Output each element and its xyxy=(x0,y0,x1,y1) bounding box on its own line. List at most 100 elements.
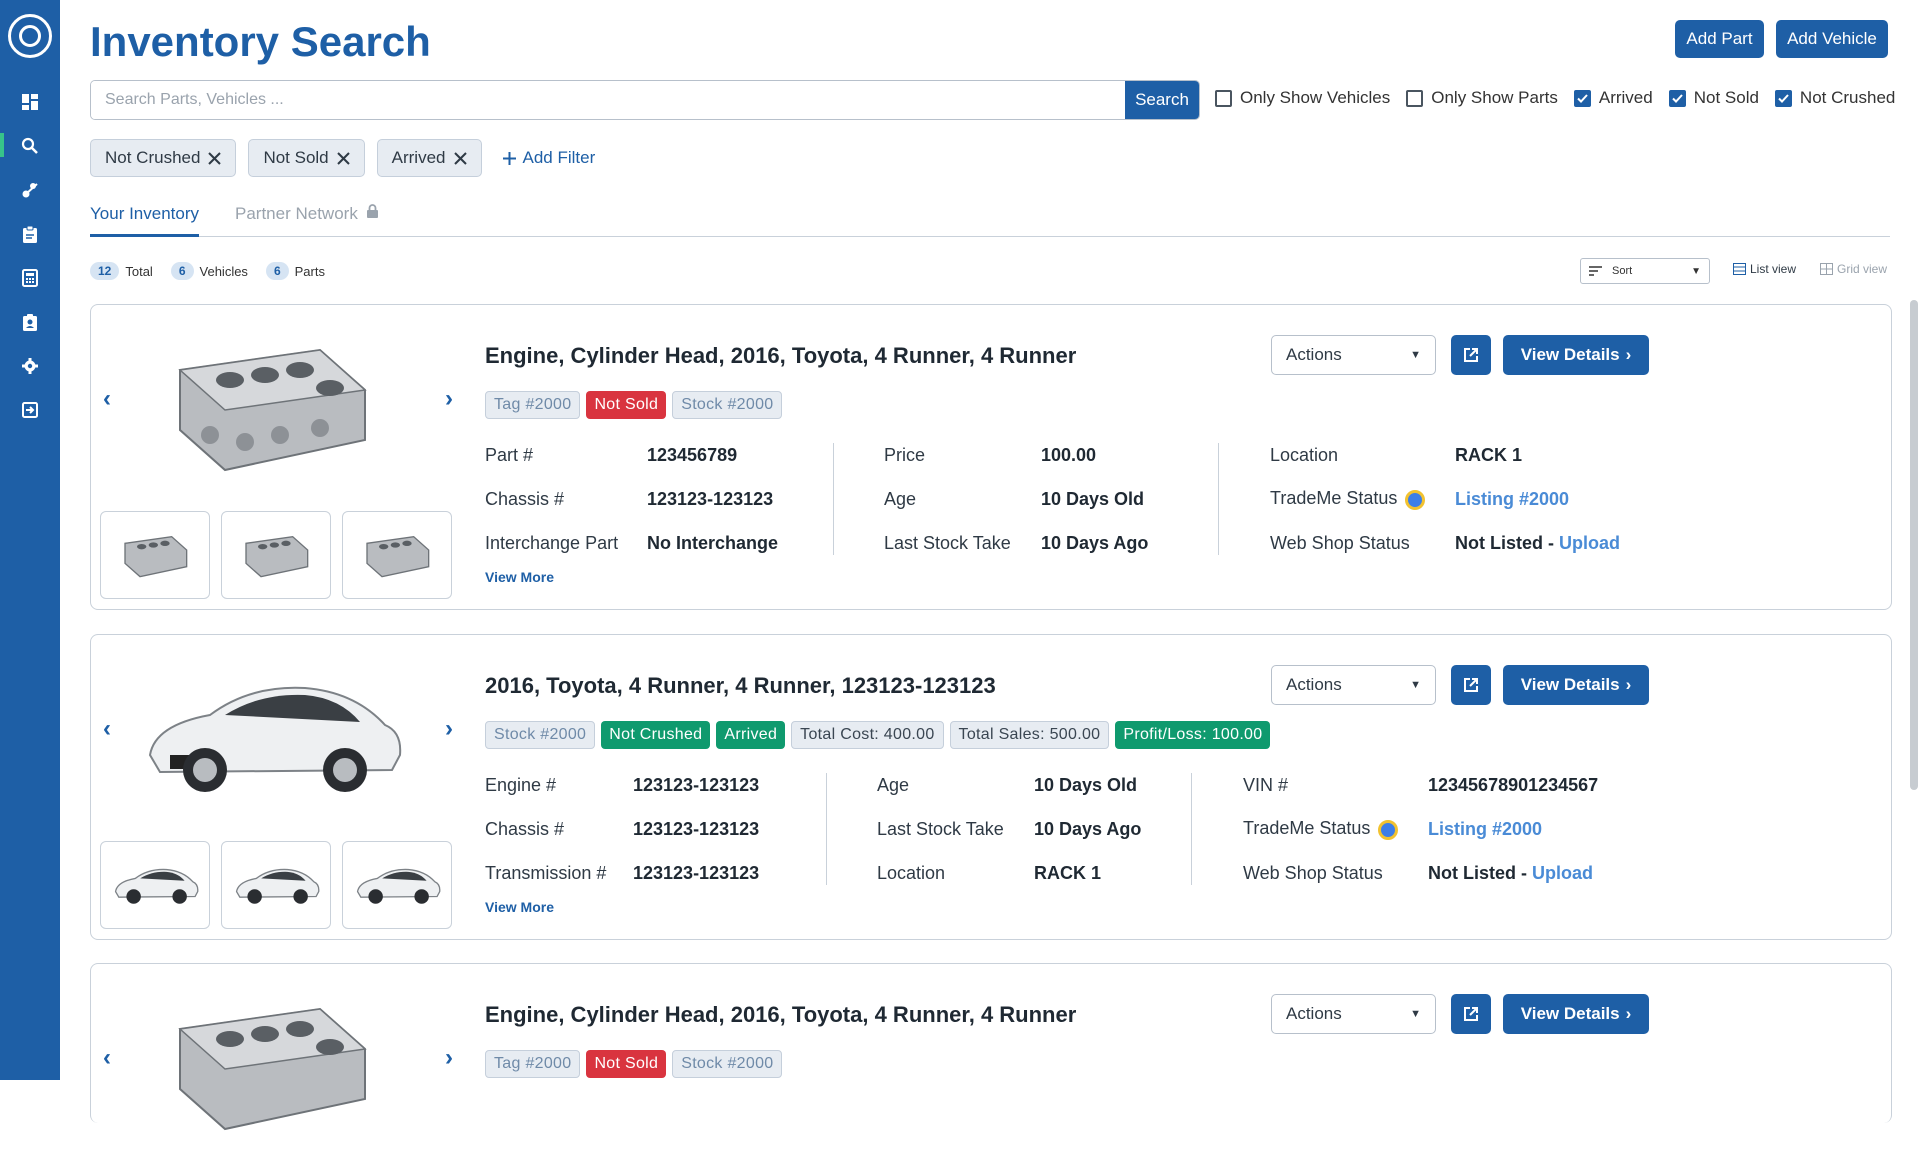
filter-chip-label: Not Crushed xyxy=(105,148,201,167)
image-thumbnail[interactable] xyxy=(221,511,331,599)
only-show-parts-checkbox[interactable]: Only Show Parts xyxy=(1406,88,1558,108)
page-scrollbar[interactable] xyxy=(1910,300,1918,790)
previous-image-button[interactable]: ‹ xyxy=(103,385,111,413)
vehicles-count-badge: 6 xyxy=(170,262,194,280)
checkbox-box[interactable] xyxy=(1573,89,1591,107)
next-image-button[interactable]: › xyxy=(445,1044,453,1072)
view-more-link[interactable]: View More xyxy=(485,899,554,915)
image-thumbnail[interactable] xyxy=(100,841,210,929)
actions-dropdown[interactable]: Actions ▼ xyxy=(1271,994,1436,1034)
open-external-button[interactable] xyxy=(1451,994,1491,1034)
not-crushed-checkbox[interactable]: Not Crushed xyxy=(1774,88,1895,108)
previous-image-button[interactable]: ‹ xyxy=(103,1044,111,1072)
dashboard-icon[interactable] xyxy=(18,90,42,114)
detail-key: Age xyxy=(877,774,910,795)
view-details-button[interactable]: View Details › xyxy=(1503,335,1649,375)
open-external-button[interactable] xyxy=(1451,665,1491,705)
upload-link[interactable]: Upload xyxy=(1559,533,1620,554)
only-show-vehicles-checkbox[interactable]: Only Show Vehicles xyxy=(1215,88,1390,108)
image-thumbnail[interactable] xyxy=(342,511,452,599)
detail-key: Part # xyxy=(485,444,534,465)
detail-key: Transmission # xyxy=(485,862,607,883)
detail-key-text: TradeMe Status xyxy=(1270,488,1398,509)
details-column-3: VIN # 12345678901234567 TradeMe Status Lis… xyxy=(1243,763,1598,895)
checkbox-box[interactable] xyxy=(1774,89,1792,107)
add-vehicle-button[interactable]: Add Vehicle xyxy=(1776,20,1888,58)
column-divider xyxy=(826,773,827,885)
remove-filter-icon[interactable] xyxy=(453,151,467,165)
detail-key: Location xyxy=(877,862,946,883)
trademe-listing-link[interactable]: Listing #2000 xyxy=(1428,819,1542,840)
filter-chip[interactable]: Not Crushed xyxy=(90,139,237,177)
actions-dropdown[interactable]: Actions ▼ xyxy=(1271,665,1436,705)
filter-chip-label: Not Sold xyxy=(263,148,329,167)
details-column-2: Price 100.00 Age 10 Days Old Last Stock Ta… xyxy=(884,433,1148,565)
open-external-button[interactable] xyxy=(1451,335,1491,375)
detail-key: Last Stock Take xyxy=(884,532,1011,553)
parts-count-badge: 6 xyxy=(265,262,289,280)
car-image xyxy=(115,649,425,821)
remove-filter-icon[interactable] xyxy=(336,151,350,165)
filter-chip[interactable]: Arrived xyxy=(376,139,482,177)
status-badges: Tag #2000 Not Sold Stock #2000 xyxy=(485,391,783,419)
card-title[interactable]: Engine, Cylinder Head, 2016, Toyota, 4 R… xyxy=(485,343,1076,369)
filter-chip[interactable]: Not Sold xyxy=(248,139,365,177)
app-logo[interactable] xyxy=(8,14,52,58)
image-thumbnail[interactable] xyxy=(100,511,210,599)
search-icon[interactable] xyxy=(18,134,42,158)
actions-label: Actions xyxy=(1286,675,1342,694)
card-title[interactable]: Engine, Cylinder Head, 2016, Toyota, 4 R… xyxy=(485,1002,1076,1028)
add-part-button[interactable]: Add Part xyxy=(1675,20,1764,58)
detail-key: Web Shop Status xyxy=(1270,532,1410,553)
view-more-link[interactable]: View More xyxy=(485,569,554,585)
previous-image-button[interactable]: ‹ xyxy=(103,715,111,743)
chevron-right-icon: › xyxy=(1625,675,1632,694)
add-filter-button[interactable]: Add Filter xyxy=(502,148,595,168)
sort-dropdown[interactable]: Sort ▼ xyxy=(1580,258,1710,284)
grid-view-button[interactable]: Grid view xyxy=(1820,262,1887,276)
detail-value: 123123-123123 xyxy=(633,818,760,839)
logout-icon[interactable] xyxy=(18,398,42,422)
actions-dropdown[interactable]: Actions ▼ xyxy=(1271,335,1436,375)
arrived-badge: Arrived xyxy=(716,721,786,749)
next-image-button[interactable]: › xyxy=(445,715,453,743)
tab-partner-network[interactable]: Partner Network xyxy=(235,204,379,234)
view-details-button[interactable]: View Details › xyxy=(1503,665,1649,705)
checkbox-box[interactable] xyxy=(1406,89,1424,107)
total-sales-badge: Total Sales: 500.00 xyxy=(949,721,1110,749)
settings-gear-icon[interactable] xyxy=(18,354,42,378)
tab-your-inventory[interactable]: Your Inventory xyxy=(90,204,199,237)
not-sold-badge: Not Sold xyxy=(586,391,667,419)
external-link-icon xyxy=(1464,348,1478,362)
list-view-button[interactable]: List view xyxy=(1733,262,1796,276)
next-image-button[interactable]: › xyxy=(445,385,453,413)
detail-key-text: TradeMe Status xyxy=(1243,818,1371,839)
upload-link[interactable]: Upload xyxy=(1532,863,1593,884)
checkbox-box[interactable] xyxy=(1668,89,1686,107)
checkbox-box[interactable] xyxy=(1215,89,1232,107)
grid-view-icon xyxy=(1820,263,1834,275)
user-badge-icon[interactable] xyxy=(18,310,42,334)
image-thumbnail[interactable] xyxy=(342,841,452,929)
detail-value: No Interchange xyxy=(647,532,779,553)
not-sold-checkbox[interactable]: Not Sold xyxy=(1668,88,1759,108)
calculator-icon[interactable] xyxy=(18,266,42,290)
card-title[interactable]: 2016, Toyota, 4 Runner, 4 Runner, 123123… xyxy=(485,673,996,699)
not-crushed-badge: Not Crushed xyxy=(601,721,711,749)
detail-value: 123123-123123 xyxy=(633,774,760,795)
arrived-checkbox[interactable]: Arrived xyxy=(1573,88,1653,108)
remove-filter-icon[interactable] xyxy=(208,151,222,165)
trademe-listing-link[interactable]: Listing #2000 xyxy=(1455,489,1569,510)
list-view-icon xyxy=(1733,263,1746,275)
chevron-down-icon: ▼ xyxy=(1410,349,1421,361)
active-indicator xyxy=(0,133,4,157)
search-button[interactable]: Search xyxy=(1125,81,1199,119)
view-details-button[interactable]: View Details › xyxy=(1503,994,1649,1034)
engine-block-image xyxy=(115,319,425,491)
active-filters: Not Crushed Not Sold Arrived Add Filter xyxy=(90,139,595,177)
search-input[interactable] xyxy=(91,81,1125,119)
chevron-down-icon: ▼ xyxy=(1691,265,1701,277)
clipboard-icon[interactable] xyxy=(18,222,42,246)
parts-icon[interactable] xyxy=(18,178,42,202)
image-thumbnail[interactable] xyxy=(221,841,331,929)
